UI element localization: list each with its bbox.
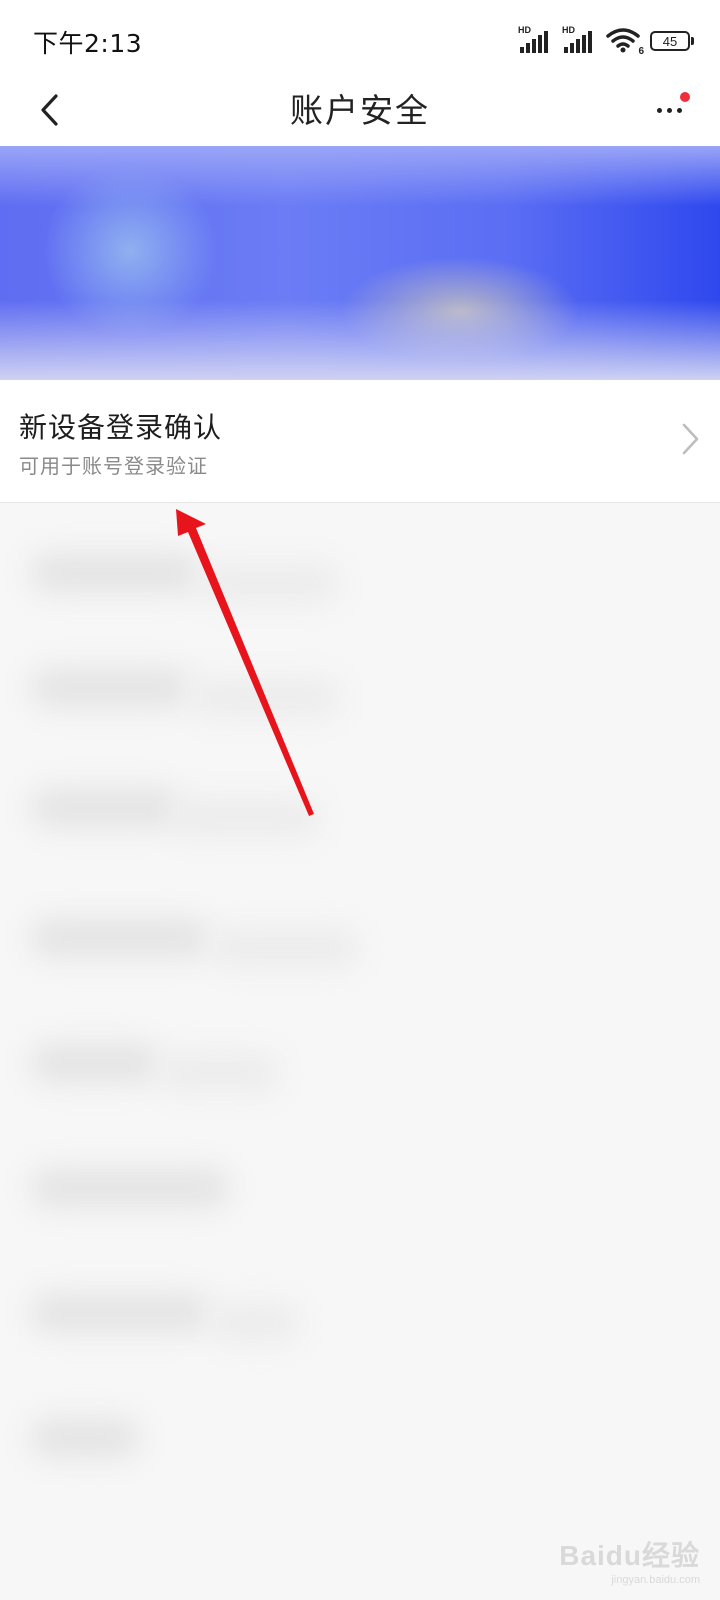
option-subtitle: 可用于账号登录验证 bbox=[19, 454, 208, 478]
new-device-login-confirm-item[interactable]: 新设备登录确认 可用于账号登录验证 bbox=[0, 380, 720, 503]
watermark-logo: Baidu经验 bbox=[559, 1540, 700, 1571]
chevron-right-icon bbox=[682, 423, 699, 455]
page-title: 账户安全 bbox=[290, 91, 430, 130]
battery-icon: 45 bbox=[650, 31, 694, 51]
status-bar: 下午2:13 HD HD 6 45 bbox=[0, 0, 720, 80]
wifi-icon: 6 bbox=[606, 27, 644, 57]
battery-level: 45 bbox=[662, 33, 678, 49]
notification-dot bbox=[680, 92, 690, 102]
more-button[interactable] bbox=[644, 88, 694, 132]
option-title: 新设备登录确认 bbox=[19, 411, 223, 444]
watermark-site: jingyan.baidu.com bbox=[611, 1574, 700, 1586]
banner-image bbox=[0, 146, 720, 380]
signal-icon: HD bbox=[562, 25, 598, 55]
status-time: 下午2:13 bbox=[33, 29, 143, 58]
blurred-list bbox=[0, 503, 720, 1600]
watermark: Baidu经验 jingyan.baidu.com bbox=[559, 1534, 700, 1586]
wifi-label: 6 bbox=[638, 46, 644, 57]
status-icons: HD HD 6 45 bbox=[518, 25, 694, 57]
signal-icon: HD bbox=[518, 25, 554, 55]
nav-bar: 账户安全 bbox=[0, 80, 720, 146]
more-horizontal-icon bbox=[656, 107, 682, 113]
